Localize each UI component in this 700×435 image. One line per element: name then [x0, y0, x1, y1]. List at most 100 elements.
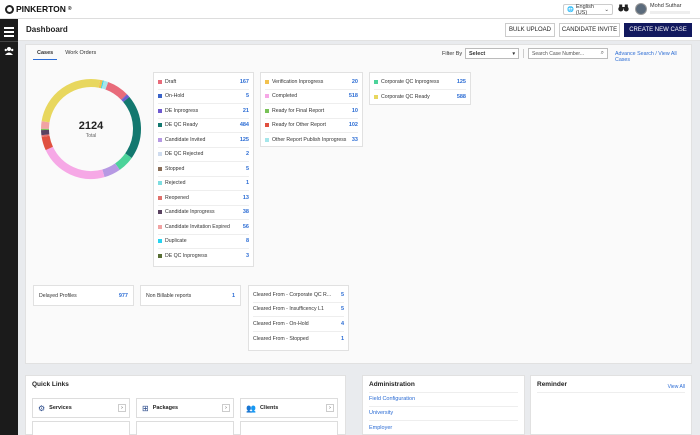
legend-swatch: [158, 108, 162, 113]
status-row[interactable]: DE Inprogress 21: [158, 104, 249, 119]
status-row[interactable]: Corporate QC Inprogress 125: [374, 75, 466, 90]
quick-link-services[interactable]: ⚙ Services ›: [32, 398, 130, 418]
status-row[interactable]: Candidate Invitation Expired 56: [158, 220, 249, 235]
status-row[interactable]: Candidate Invited 125: [158, 133, 249, 148]
status-row[interactable]: Draft 167: [158, 75, 249, 90]
legend-swatch: [158, 195, 162, 200]
non-billable-box[interactable]: Non Billable reports 1: [140, 285, 241, 306]
status-row[interactable]: Ready for Final Report 10: [265, 104, 358, 119]
donut-slice[interactable]: [41, 79, 101, 123]
cases-panel: Cases Work Orders Filter By Select ▾ Sea…: [25, 44, 692, 364]
administration-panel: Administration Field Configuration Unive…: [362, 375, 525, 435]
legend-swatch: [265, 79, 269, 84]
globe-icon: 🌐: [567, 6, 574, 13]
case-tabs: Cases Work Orders: [33, 48, 100, 60]
tab-work-orders[interactable]: Work Orders: [61, 48, 100, 60]
donut-slice[interactable]: [121, 94, 130, 103]
legend-swatch: [158, 239, 162, 244]
status-label: Stopped: [165, 165, 185, 172]
search-case-input[interactable]: Search Case Number... ⌕: [528, 48, 608, 59]
page-header: Dashboard BULK UPLOAD CANDIDATE INVITE C…: [18, 19, 700, 41]
status-row[interactable]: DE QC Ready 484: [158, 119, 249, 133]
cleared-row[interactable]: Cleared From - Corporate QC R... 5: [253, 288, 344, 303]
status-row[interactable]: Other Report Publish Inprogress 33: [265, 133, 358, 148]
user-avatar[interactable]: [635, 3, 647, 15]
status-row[interactable]: Completed 518: [265, 90, 358, 104]
status-row[interactable]: Verification Inprogress 20: [265, 75, 358, 90]
search-icon[interactable]: ⌕: [601, 50, 604, 57]
status-row[interactable]: Corporate QC Ready 588: [374, 90, 466, 105]
binoculars-icon[interactable]: [618, 4, 629, 14]
donut-slice[interactable]: [102, 163, 120, 178]
cleared-label: Cleared From - On-Hold: [253, 320, 309, 327]
cleared-row[interactable]: Cleared From - On-Hold 4: [253, 317, 344, 332]
quick-link-packages[interactable]: ⊞ Packages ›: [136, 398, 234, 418]
non-billable-value: 1: [231, 292, 235, 299]
admin-link-university[interactable]: University: [369, 410, 393, 416]
donut-slice[interactable]: [105, 82, 127, 100]
status-row[interactable]: Ready for Other Report 102: [265, 119, 358, 133]
legend-swatch: [158, 210, 162, 215]
status-row[interactable]: Reopened 13: [158, 191, 249, 206]
quick-link-label: Clients: [259, 405, 279, 411]
candidate-invite-button[interactable]: CANDIDATE INVITE: [559, 23, 620, 37]
status-row[interactable]: DE QC Inprogress 3: [158, 249, 249, 264]
donut-slice[interactable]: [45, 146, 105, 179]
language-value: English (US): [575, 3, 594, 16]
donut-total-label: Total: [85, 133, 97, 139]
status-row[interactable]: On-Hold 5: [158, 90, 249, 104]
donut-slice[interactable]: [98, 79, 103, 89]
admin-link-employer[interactable]: Employer: [369, 425, 392, 431]
legend-swatch: [158, 94, 162, 99]
cleared-row[interactable]: Cleared From - Stopped 1: [253, 332, 344, 347]
status-count: 2: [245, 151, 249, 158]
quick-link-label: Packages: [152, 405, 179, 411]
quick-link-placeholder[interactable]: [240, 421, 338, 435]
status-count: 56: [242, 223, 249, 230]
left-sidebar: [0, 19, 18, 435]
quick-link-placeholder[interactable]: [136, 421, 234, 435]
donut-slice[interactable]: [101, 80, 109, 90]
language-select[interactable]: 🌐 English (US) ⌄: [563, 3, 613, 16]
pinkerton-logo[interactable]: PINKERTON ®: [5, 4, 72, 14]
cleared-row[interactable]: Cleared From - Insufficency L1 5: [253, 303, 344, 317]
advance-search-link[interactable]: Advance Search / View All Cases: [615, 51, 691, 63]
status-count: 13: [242, 194, 249, 201]
chevron-down-icon: ▾: [512, 51, 515, 57]
status-row[interactable]: Candidate Inprogress 38: [158, 206, 249, 220]
status-count: 518: [348, 93, 358, 100]
divider: [537, 392, 685, 393]
status-row[interactable]: DE QC Rejected 2: [158, 148, 249, 162]
status-row[interactable]: Rejected 1: [158, 177, 249, 191]
tab-cases[interactable]: Cases: [33, 48, 58, 60]
cleared-count: 5: [340, 306, 344, 313]
donut-slice[interactable]: [115, 153, 132, 170]
quick-link-clients[interactable]: 👥 Clients ›: [240, 398, 338, 418]
cleared-label: Cleared From - Stopped: [253, 335, 309, 342]
bulk-upload-button[interactable]: BULK UPLOAD: [505, 23, 555, 37]
status-count: 3: [245, 253, 249, 260]
users-icon[interactable]: [4, 46, 14, 58]
donut-total: 2124: [78, 120, 104, 132]
create-new-case-button[interactable]: CREATE NEW CASE: [624, 23, 692, 37]
status-row[interactable]: Duplicate 8: [158, 235, 249, 249]
user-role-line: [650, 11, 690, 14]
sidebar-divider: [0, 41, 18, 42]
filter-select[interactable]: Select ▾: [465, 48, 519, 59]
status-label: Other Report Publish Inprogress: [272, 137, 347, 144]
admin-link-field-configuration[interactable]: Field Configuration: [369, 396, 415, 402]
status-label: Candidate Invited: [165, 136, 206, 143]
delayed-profiles-box[interactable]: Delayed Profiles 977: [33, 285, 134, 306]
status-row[interactable]: Stopped 5: [158, 162, 249, 177]
status-label: DE Inprogress: [165, 107, 199, 114]
chevron-right-icon: ›: [326, 404, 334, 412]
legend-swatch: [158, 224, 162, 229]
hamburger-menu-icon[interactable]: [4, 27, 14, 39]
top-bar: PINKERTON ® 🌐 English (US) ⌄ Mohd Suthar: [0, 0, 700, 19]
reminder-view-all-link[interactable]: View All: [668, 384, 685, 390]
quick-link-placeholder[interactable]: [32, 421, 130, 435]
status-count: 125: [456, 78, 466, 85]
user-name[interactable]: Mohd Suthar: [650, 3, 682, 9]
chevron-down-icon: ⌄: [604, 6, 609, 13]
status-label: Completed: [272, 93, 298, 100]
